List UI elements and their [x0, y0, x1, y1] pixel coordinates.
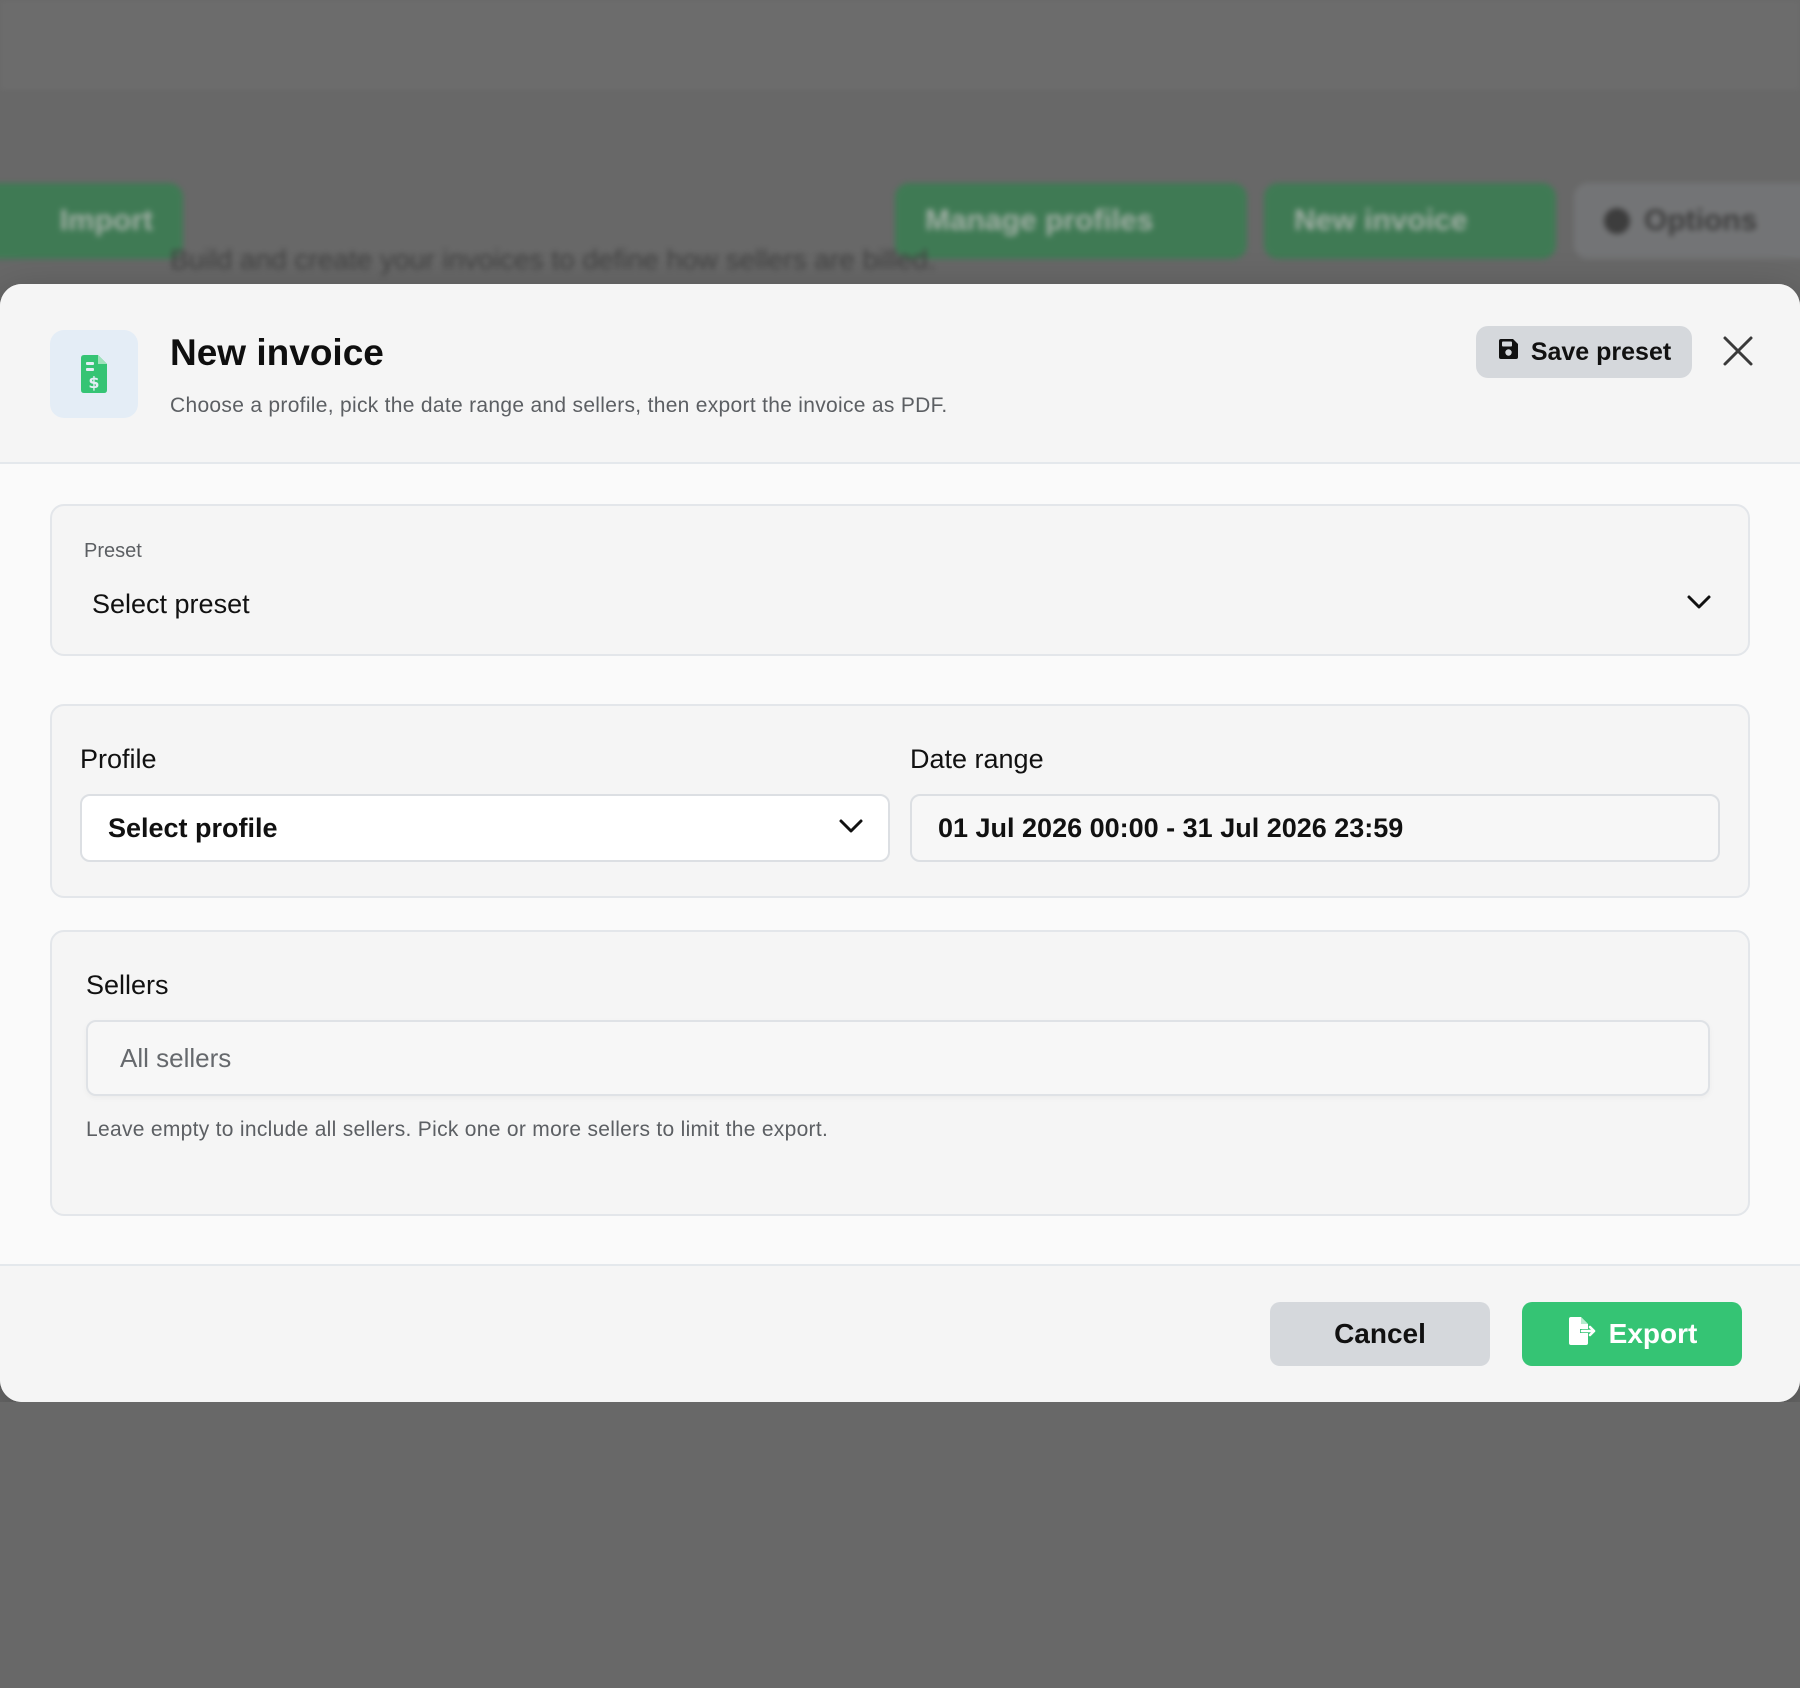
floppy-disk-icon [1497, 338, 1519, 367]
profile-label: Profile [80, 744, 157, 774]
file-invoice-dollar-icon: $ [50, 330, 138, 418]
preset-select[interactable]: Select preset [76, 578, 1724, 630]
cancel-label: Cancel [1334, 1318, 1426, 1349]
chevron-down-icon [838, 818, 864, 839]
svg-text:$: $ [88, 373, 99, 392]
date-range-input[interactable]: 01 Jul 2026 00:00 - 31 Jul 2026 23:59 [910, 794, 1720, 862]
close-button[interactable] [1718, 332, 1758, 372]
preset-card: Preset Select preset [50, 504, 1750, 656]
cancel-button[interactable]: Cancel [1270, 1302, 1490, 1366]
close-icon [1722, 335, 1754, 370]
background-options-icon [1604, 208, 1630, 234]
background-manage-profiles-button: Manage profiles [895, 183, 1247, 259]
sellers-input[interactable]: All sellers [86, 1020, 1710, 1096]
background-topbar [0, 0, 1800, 89]
export-label: Export [1608, 1318, 1698, 1349]
background-options-button: Options [1574, 183, 1800, 259]
sellers-help-text: Leave empty to include all sellers. Pick… [86, 1118, 829, 1141]
preset-select-value: Select preset [92, 588, 250, 619]
background-new-invoice-button: New invoice [1264, 183, 1556, 259]
background-import-label: Import [59, 204, 153, 237]
background-import-button: Import [0, 183, 183, 259]
date-range-label: Date range [910, 744, 1044, 774]
save-preset-button[interactable]: Save preset [1476, 326, 1692, 378]
profile-date-card: Profile Date range Select profile 01 Jul… [50, 704, 1750, 898]
background-options-label: Options [1644, 204, 1758, 237]
profile-select[interactable]: Select profile [80, 794, 890, 862]
save-preset-label: Save preset [1530, 337, 1672, 366]
modal-title: New invoice [170, 332, 384, 373]
backdrop-overlay[interactable] [0, 1402, 1800, 1688]
preset-label: Preset [84, 540, 142, 562]
modal-header: $ New invoice Choose a profile, pick the… [0, 284, 1800, 464]
sellers-card: Sellers All sellers Leave empty to inclu… [50, 930, 1750, 1216]
background-manage-profiles-label: Manage profiles [925, 204, 1154, 237]
profile-select-value: Select profile [108, 812, 278, 843]
modal-footer: Cancel Export [0, 1264, 1800, 1402]
chevron-down-icon [1686, 594, 1712, 615]
new-invoice-modal: $ New invoice Choose a profile, pick the… [0, 284, 1800, 1402]
file-export-icon [1567, 1316, 1597, 1353]
modal-subtitle: Choose a profile, pick the date range an… [170, 394, 948, 417]
background-subtitle: Build and create your invoices to define… [170, 244, 936, 275]
export-button[interactable]: Export [1522, 1302, 1742, 1366]
sellers-label: Sellers [86, 970, 169, 1000]
background-new-invoice-label: New invoice [1294, 204, 1468, 237]
